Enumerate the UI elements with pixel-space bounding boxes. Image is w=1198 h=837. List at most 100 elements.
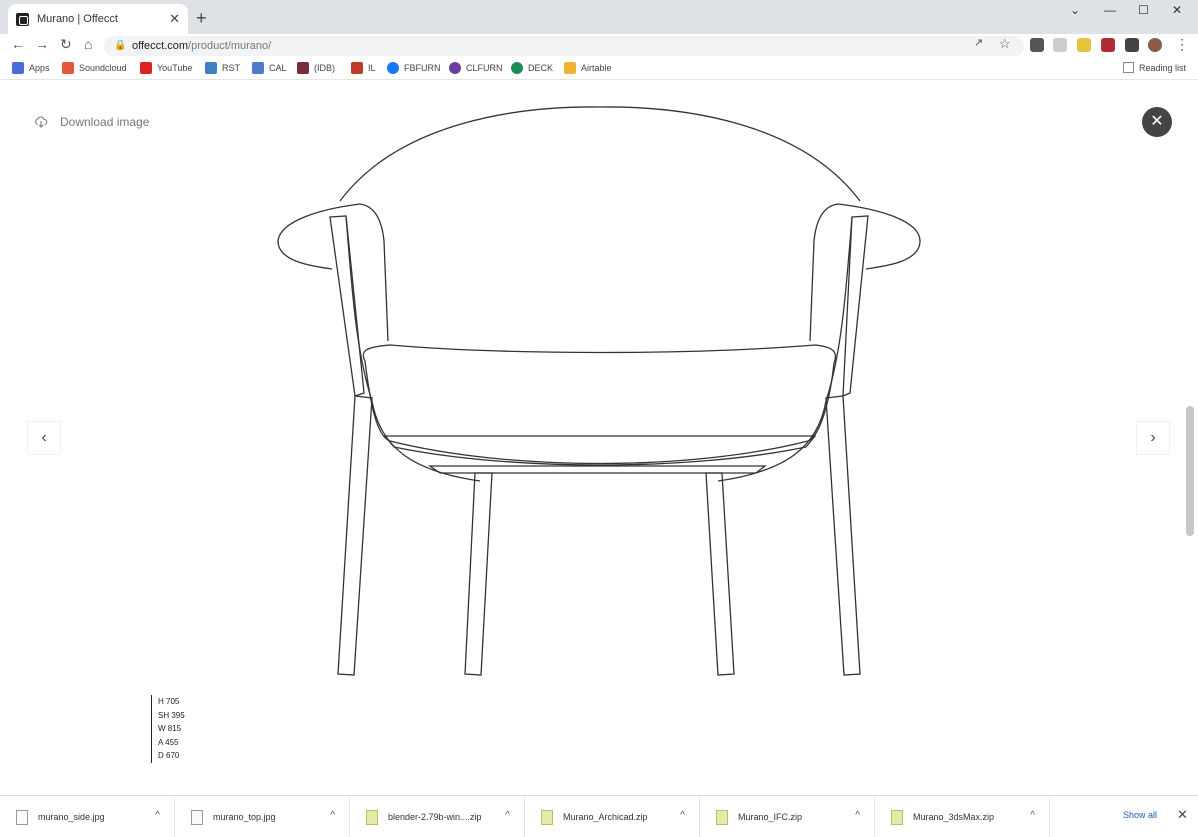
tab-close-icon[interactable]: ✕ — [169, 11, 180, 27]
close-viewer-button[interactable]: ✕ — [1142, 107, 1172, 137]
zip-file-icon — [716, 809, 728, 825]
address-path: /product/murano/ — [188, 40, 272, 52]
bookmark-label: (IDB) — [314, 63, 335, 73]
address-bar[interactable]: 🔒 offecct.com/product/murano/ — [104, 36, 1024, 56]
dimensions-list: H 705 SH 395 W 815 A 455 D 670 — [151, 695, 185, 763]
download-filename: Murano_IFC.zip — [738, 812, 803, 822]
bookmark-deck[interactable]: DECK — [511, 62, 553, 74]
bookmark-rst[interactable]: RST — [205, 62, 240, 74]
image-file-icon — [191, 809, 203, 825]
maximize-button[interactable]: ☐ — [1138, 3, 1149, 17]
bookmark-label: Airtable — [581, 63, 612, 73]
bookmark-clfurn[interactable]: CLFURN — [449, 62, 503, 74]
zip-file-icon — [891, 809, 903, 825]
bookmark-il[interactable]: IL — [351, 62, 376, 74]
bookmark-apps[interactable]: Apps — [12, 62, 50, 74]
bookmark-label: Soundcloud — [79, 63, 127, 73]
dimension-depth: D 670 — [158, 751, 180, 760]
dimension-arm-height: A 455 — [158, 737, 179, 747]
image-file-icon — [16, 809, 28, 825]
dimension-width: W 815 — [158, 724, 182, 733]
airtable-icon — [564, 62, 576, 74]
bookmark-label: Apps — [29, 63, 50, 73]
reading-list-button[interactable]: Reading list — [1122, 62, 1186, 73]
product-image-viewer: Download image ✕ ‹ › H 705 SH 395 W 815 … — [0, 81, 1198, 793]
download-options-icon[interactable]: ^ — [330, 810, 335, 821]
profile-avatar[interactable] — [1148, 38, 1162, 52]
download-shelf: murano_side.jpg ^ murano_top.jpg ^ blender… — [0, 795, 1198, 837]
bookmark-airtable[interactable]: Airtable — [564, 62, 612, 74]
lock-icon: 🔒 — [114, 40, 127, 51]
download-options-icon[interactable]: ^ — [680, 810, 685, 821]
download-filename: Murano_3dsMax.zip — [913, 812, 995, 822]
extensions-puzzle-icon[interactable] — [1125, 38, 1139, 52]
tab-title: Murano | Offecct — [37, 13, 118, 25]
bookmark-label: IL — [368, 63, 376, 73]
bookmark-youtube[interactable]: YouTube — [140, 62, 192, 74]
close-shelf-icon[interactable]: ✕ — [1177, 807, 1188, 823]
download-options-icon[interactable]: ^ — [155, 810, 160, 821]
chair-drawing — [277, 106, 921, 676]
idb-icon — [297, 62, 309, 74]
extension-icon[interactable] — [1101, 38, 1115, 52]
reload-button[interactable]: ↻ — [60, 36, 72, 53]
tab-search-icon[interactable]: ⌄ — [1070, 3, 1080, 17]
offecct-favicon-icon — [16, 12, 29, 26]
extension-icon[interactable] — [1077, 38, 1091, 52]
browser-window: Murano | Offecct ✕ + ⌄ — ☐ ✕ ← → ↻ ⌂ 🔒 o… — [0, 0, 1198, 837]
bookmark-idb[interactable]: (IDB) — [297, 62, 335, 74]
download-filename: murano_side.jpg — [38, 812, 105, 822]
il-icon — [351, 62, 363, 74]
bookmark-star-icon[interactable]: ☆ — [999, 36, 1011, 52]
new-tab-button[interactable]: + — [196, 8, 207, 29]
download-filename: Murano_Archicad.zip — [563, 812, 648, 822]
youtube-icon — [140, 62, 152, 74]
minimize-button[interactable]: — — [1104, 3, 1116, 17]
rst-icon — [205, 62, 217, 74]
calendar-icon — [252, 62, 264, 74]
window-close-button[interactable]: ✕ — [1172, 3, 1182, 17]
extension-icon[interactable] — [1053, 38, 1067, 52]
share-icon[interactable]: ↗ — [974, 36, 983, 49]
next-image-button[interactable]: › — [1136, 421, 1170, 455]
download-options-icon[interactable]: ^ — [505, 810, 510, 821]
download-filename: blender-2.79b-win....zip — [388, 812, 482, 822]
download-options-icon[interactable]: ^ — [855, 810, 860, 821]
bookmark-label: FBFURN — [404, 63, 441, 73]
download-image-link[interactable]: Download image — [34, 115, 149, 129]
download-item[interactable]: Murano_Archicad.zip ^ — [525, 796, 700, 837]
dimension-seat-height: SH 395 — [158, 710, 185, 720]
bookmark-label: YouTube — [157, 63, 193, 73]
scrollbar-thumb[interactable] — [1186, 406, 1194, 536]
download-item[interactable]: Murano_IFC.zip ^ — [700, 796, 875, 837]
previous-image-button[interactable]: ‹ — [27, 421, 61, 455]
peace-icon — [449, 62, 461, 74]
download-filename: murano_top.jpg — [213, 812, 276, 822]
back-button[interactable]: ← — [11, 36, 25, 52]
deck-icon — [511, 62, 523, 74]
browser-menu-icon[interactable]: ⋮ — [1175, 36, 1189, 53]
soundcloud-icon — [62, 62, 74, 74]
download-cloud-icon — [35, 116, 48, 128]
bookmark-fbfurn[interactable]: FBFURN — [387, 62, 441, 74]
download-item[interactable]: murano_top.jpg ^ — [175, 796, 350, 837]
dimension-height: H 705 — [158, 697, 180, 706]
bookmark-soundcloud[interactable]: Soundcloud — [62, 62, 127, 74]
tab-strip: Murano | Offecct ✕ + ⌄ — ☐ ✕ — [0, 0, 1198, 34]
reading-list-icon — [1122, 62, 1134, 73]
download-item[interactable]: murano_side.jpg ^ — [0, 796, 175, 837]
bookmark-cal[interactable]: CAL — [252, 62, 287, 74]
browser-toolbar: ← → ↻ ⌂ 🔒 offecct.com/product/murano/ ↗ … — [0, 34, 1198, 58]
show-all-downloads-link[interactable]: Show all — [1123, 810, 1157, 820]
reading-list-label: Reading list — [1138, 62, 1186, 73]
extension-icon[interactable] — [1030, 38, 1044, 52]
download-item[interactable]: Murano_3dsMax.zip ^ — [875, 796, 1050, 837]
download-options-icon[interactable]: ^ — [1030, 810, 1035, 821]
download-item[interactable]: blender-2.79b-win....zip ^ — [350, 796, 525, 837]
bookmarks-bar: Apps Soundcloud YouTube RST CAL (IDB) IL… — [0, 58, 1198, 80]
address-domain: offecct.com — [132, 40, 189, 52]
forward-button[interactable]: → — [35, 36, 49, 52]
download-image-label: Download image — [60, 115, 150, 129]
browser-tab[interactable]: Murano | Offecct ✕ — [8, 4, 188, 34]
home-button[interactable]: ⌂ — [84, 36, 92, 52]
